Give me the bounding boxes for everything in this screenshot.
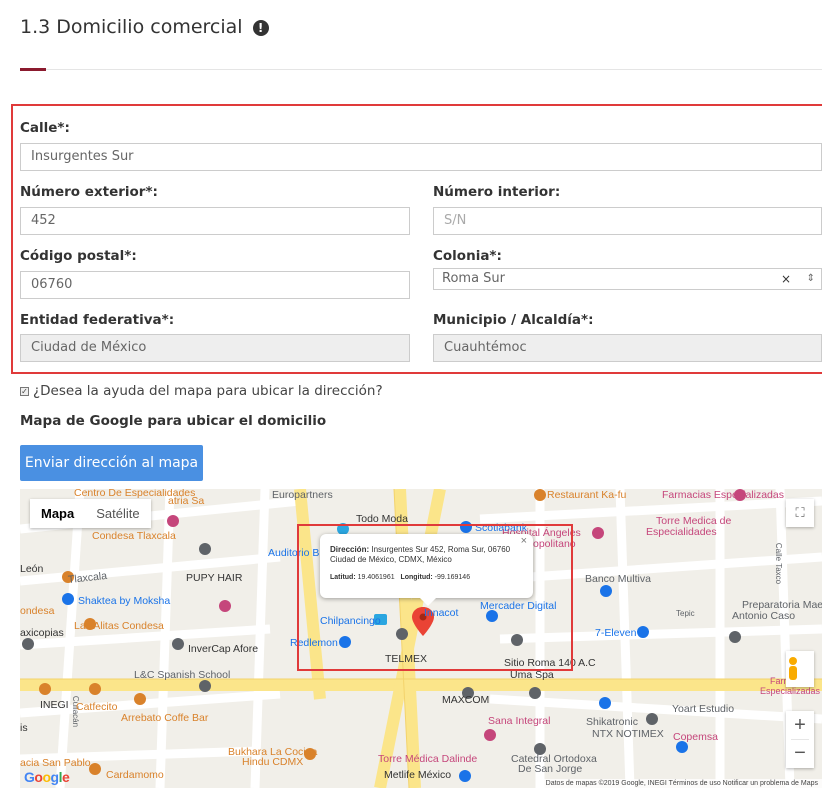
map-label: Especializadas (760, 686, 821, 696)
map-label: Shaktea by Moksha (78, 595, 171, 607)
colonia-label: Colonia*: (433, 248, 502, 264)
clear-icon[interactable]: × (781, 269, 791, 289)
zoom-out-button[interactable]: − (786, 740, 814, 768)
info-window-highlight (297, 524, 573, 671)
map-label: axicopias (20, 627, 64, 639)
colonia-select[interactable]: Roma Sur × ⇕ (433, 268, 822, 290)
map-label: Europartners (272, 489, 333, 501)
map-type-mapa-button[interactable]: Mapa (30, 499, 85, 528)
map-label: Especialidades (646, 526, 717, 538)
map-label: Farmacias Especializadas (662, 489, 784, 501)
checkbox[interactable]: ✓ (20, 387, 29, 396)
map-label: Antonio Caso (732, 610, 796, 622)
map-label: Tepic (676, 609, 695, 618)
fullscreen-icon[interactable]: ⛶ (786, 499, 814, 527)
map-label: MAXCOM (442, 694, 490, 706)
zoom-in-button[interactable]: + (786, 711, 814, 739)
map-label: Yoart Estudio (672, 703, 735, 715)
map-label: Sana Integral (488, 715, 551, 727)
map-heading: Mapa de Google para ubicar el domicilio (20, 413, 327, 429)
map-footer[interactable]: Datos de mapas ©2019 Google, INEGI Térmi… (541, 779, 822, 788)
map-label: Cardamomo (106, 769, 164, 781)
numero-interior-input[interactable]: S/N (433, 207, 822, 235)
map-label: Copemsa (673, 731, 718, 743)
entidad-input: Ciudad de México (20, 334, 410, 362)
send-address-button[interactable]: Enviar dirección al mapa (20, 445, 203, 481)
map-label: Metlife México (384, 769, 452, 781)
map-label: PUPY HAIR (186, 572, 243, 584)
map-label: L&C Spanish School (134, 669, 231, 681)
map-label: Catfecito (76, 701, 118, 713)
map-label: 7-Eleven (595, 627, 637, 639)
municipio-input: Cuauhtémoc (433, 334, 822, 362)
map-label: INEGI (40, 699, 69, 711)
map-label: Las Alitas Condesa (74, 620, 164, 632)
numero-interior-label: Número interior: (433, 184, 561, 200)
map-label: Condesa Tlaxcala (92, 530, 176, 542)
colonia-selected-value: Roma Sur (442, 271, 506, 286)
map-help-label: ¿Desea la ayuda del mapa para ubicar la … (33, 383, 383, 399)
numero-exterior-label: Número exterior*: (20, 184, 158, 200)
codigo-postal-input[interactable]: 06760 (20, 271, 410, 299)
pegman-icon[interactable] (786, 651, 814, 687)
map-label: ondesa (20, 605, 55, 617)
calle-input[interactable]: Insurgentes Sur (20, 143, 822, 171)
title-accent-bar (20, 68, 46, 71)
map-label: atria Sa (168, 495, 205, 507)
calle-label: Calle*: (20, 120, 70, 136)
map-label: Restaurant Ka-fu (547, 489, 627, 501)
entidad-label: Entidad federativa*: (20, 312, 175, 328)
section-title-text: 1.3 Domicilio comercial (20, 16, 243, 38)
map-type-satelite-button[interactable]: Satélite (85, 499, 150, 528)
section-title: 1.3 Domicilio comercial ! (20, 16, 269, 38)
map-label: Hindu CDMX (242, 756, 304, 768)
map-type-control[interactable]: Mapa Satélite (30, 499, 151, 528)
select-arrows-icon[interactable]: ⇕ (807, 269, 815, 289)
map-label: acia San Pablo (20, 757, 91, 769)
map-label: NTX NOTIMEX (592, 728, 664, 740)
map-label: Torre Médica Dalinde (378, 753, 478, 765)
numero-exterior-input[interactable]: 452 (20, 207, 410, 235)
map-label: De San Jorge (518, 763, 583, 775)
exclamation-circle-icon[interactable]: ! (252, 20, 269, 36)
zoom-control[interactable]: + − (786, 711, 814, 768)
map-label: Arrebato Coffe Bar (121, 712, 209, 724)
map-label: Calle Taxco (774, 542, 784, 585)
map-label: Banco Multiva (585, 573, 651, 585)
map-label: León (20, 563, 44, 575)
map-label: InverCap Afore (188, 643, 259, 655)
map-label: Shikatronic (586, 716, 638, 728)
map-label: is (20, 722, 28, 734)
map-help-checkbox-row[interactable]: ✓ ¿Desea la ayuda del mapa para ubicar la… (20, 383, 383, 399)
codigo-postal-label: Código postal*: (20, 248, 137, 264)
divider (20, 69, 822, 70)
google-logo: Google (24, 769, 70, 785)
municipio-label: Municipio / Alcaldía*: (433, 312, 594, 328)
